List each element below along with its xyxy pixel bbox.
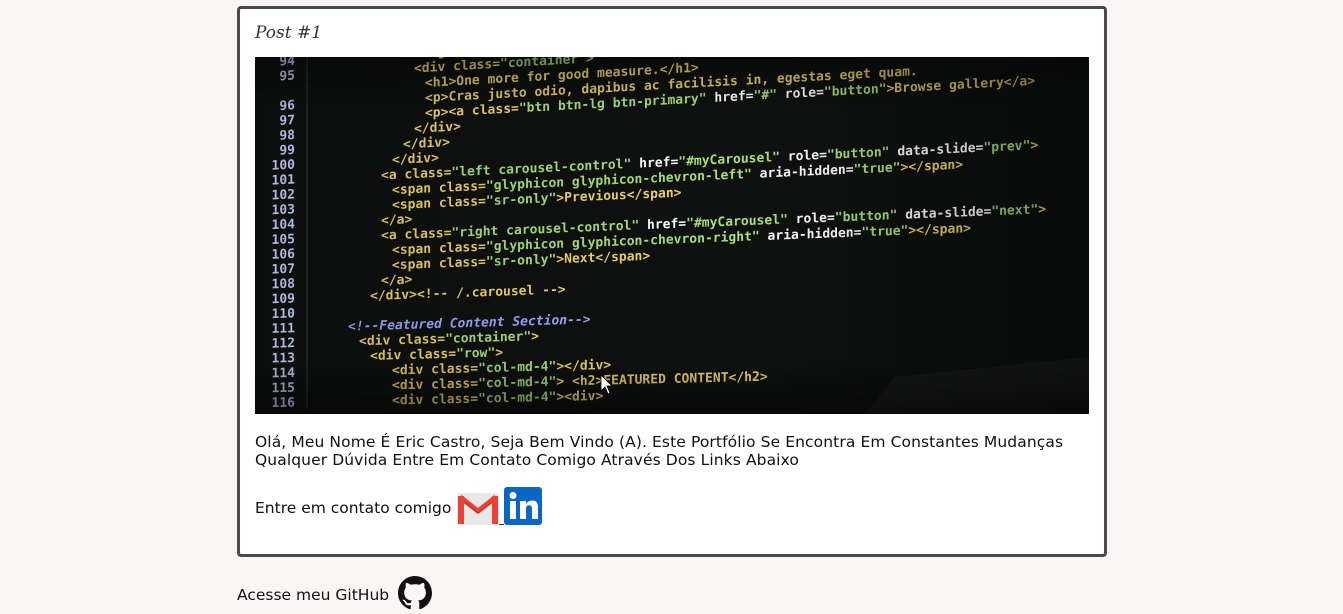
intro-text: Olá, Meu Nome É Eric Castro, Seja Bem Vi… bbox=[255, 433, 1064, 469]
code-screenshot: 94<img class="image/gif;base64,R01GOD1hA… bbox=[255, 57, 1089, 414]
post-title: Post #1 bbox=[255, 23, 323, 43]
gmail-icon bbox=[457, 493, 500, 525]
linkedin-icon bbox=[504, 487, 543, 525]
github-link[interactable] bbox=[398, 576, 433, 614]
github-label: Acesse meu GitHub bbox=[237, 586, 390, 604]
linkedin-link[interactable] bbox=[504, 487, 543, 529]
github-row: Acesse meu GitHub bbox=[237, 576, 433, 614]
contact-row: Entre em contato comigo bbox=[255, 487, 543, 529]
post-card: Post #1 94<img class="image/gif;base64,R… bbox=[237, 6, 1107, 557]
github-icon bbox=[398, 576, 433, 610]
contact-icons bbox=[457, 487, 543, 529]
contact-label: Entre em contato comigo bbox=[255, 499, 452, 517]
post-image: 94<img class="image/gif;base64,R01GOD1hA… bbox=[255, 57, 1089, 414]
gmail-link[interactable] bbox=[457, 493, 500, 529]
